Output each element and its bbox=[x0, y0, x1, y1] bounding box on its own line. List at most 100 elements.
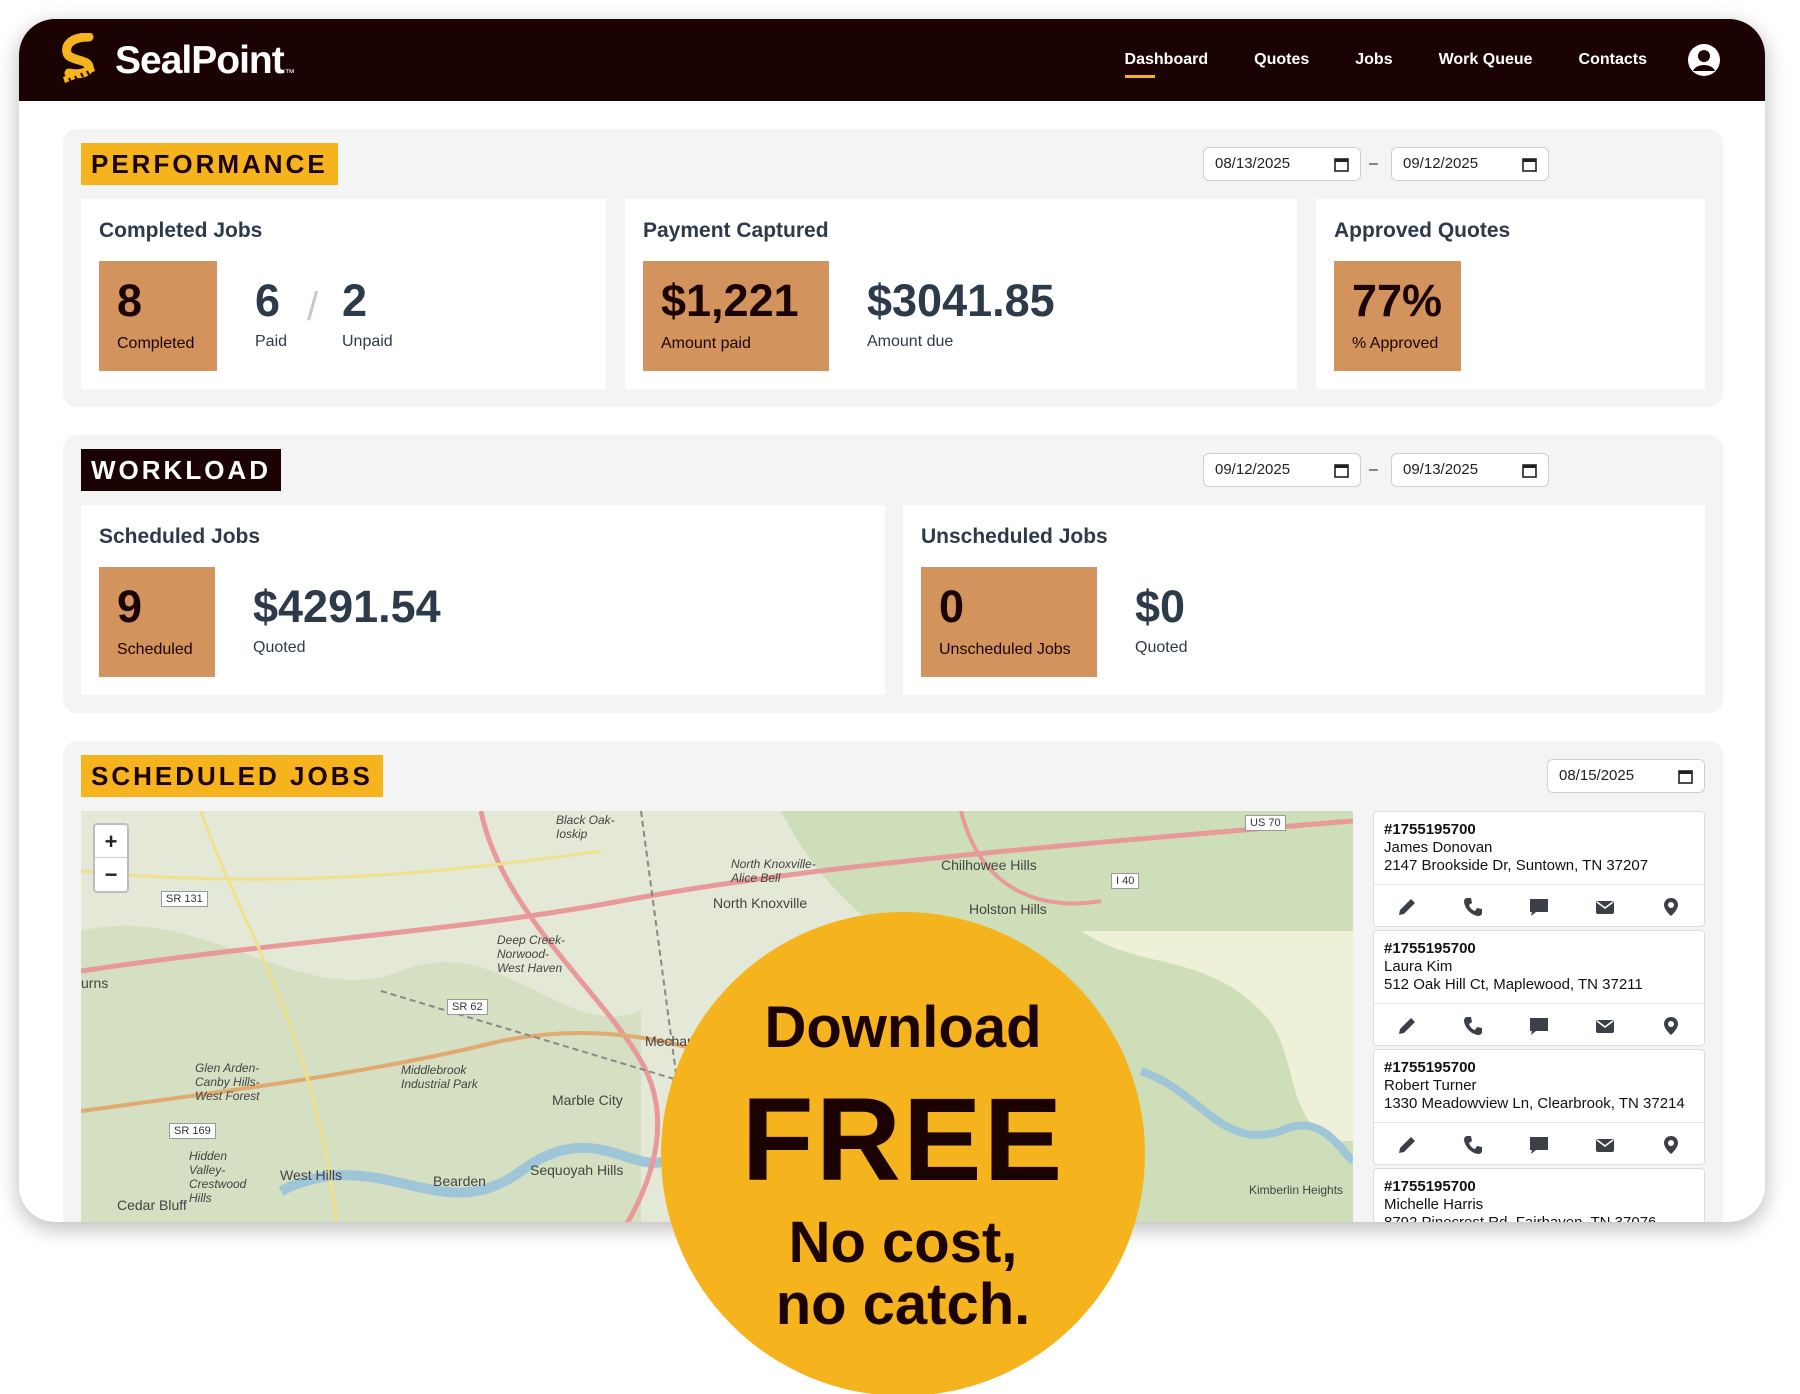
map-label: Bearden bbox=[433, 1173, 486, 1189]
amount-paid-value: $1,221 bbox=[661, 275, 799, 326]
chat-icon[interactable] bbox=[1528, 896, 1550, 918]
phone-icon[interactable] bbox=[1462, 1134, 1484, 1156]
job-address: 8792 Pinecrest Rd, Fairhaven, TN 37076 bbox=[1384, 1214, 1656, 1222]
scheduled-stat-box: 9 Scheduled bbox=[99, 567, 215, 677]
phone-icon[interactable] bbox=[1462, 896, 1484, 918]
map-pin-icon[interactable] bbox=[1660, 1015, 1682, 1037]
job-card[interactable]: #1755195700 Robert Turner 1330 Meadowvie… bbox=[1373, 1049, 1705, 1165]
phone-icon[interactable] bbox=[1462, 1015, 1484, 1037]
brand-name: SealPoint bbox=[115, 39, 285, 82]
card-title: Completed Jobs bbox=[99, 219, 263, 242]
performance-date-to[interactable]: 09/12/2025 bbox=[1391, 147, 1549, 181]
workload-section: WORKLOAD 09/12/2025 – 09/13/2025 Schedul… bbox=[63, 435, 1723, 713]
user-icon[interactable] bbox=[1687, 43, 1721, 77]
map-label: Glen Arden-Canby Hills-West Forest bbox=[195, 1061, 260, 1103]
unscheduled-label: Unscheduled Jobs bbox=[939, 641, 1071, 658]
scheduled-label: Scheduled bbox=[117, 641, 193, 658]
amount-paid-box: $1,221 Amount paid bbox=[643, 261, 829, 371]
nav-jobs[interactable]: Jobs bbox=[1355, 51, 1392, 69]
download-free-badge[interactable]: Download FREE No cost, no catch. bbox=[661, 912, 1145, 1394]
performance-section: PERFORMANCE 08/13/2025 – 09/12/2025 Comp… bbox=[63, 129, 1723, 407]
map-label: Black Oak-Ioskip bbox=[556, 813, 615, 841]
chat-icon[interactable] bbox=[1528, 1015, 1550, 1037]
amount-due-label: Amount due bbox=[867, 333, 954, 350]
map-label: North Knoxville bbox=[713, 895, 808, 911]
date-value: 09/12/2025 bbox=[1215, 461, 1291, 478]
pencil-icon[interactable] bbox=[1396, 1015, 1418, 1037]
mail-icon[interactable] bbox=[1594, 896, 1616, 918]
road-shield: I 40 bbox=[1111, 873, 1140, 889]
paid-unpaid-divider: / bbox=[307, 285, 319, 329]
completed-jobs-card: Completed Jobs 8 Completed 6 Paid / 2 Un… bbox=[81, 199, 606, 389]
calendar-icon bbox=[1522, 464, 1537, 478]
amount-due-value: $3041.85 bbox=[867, 275, 1055, 326]
pencil-icon[interactable] bbox=[1396, 896, 1418, 918]
job-actions bbox=[1374, 1122, 1704, 1166]
job-actions bbox=[1374, 884, 1704, 928]
unscheduled-quoted-value: $0 bbox=[1135, 581, 1186, 632]
paid-count: 6 bbox=[255, 275, 281, 326]
nav-links: Dashboard Quotes Jobs Work Queue Contact… bbox=[1079, 19, 1647, 101]
calendar-icon bbox=[1334, 464, 1349, 478]
performance-title: PERFORMANCE bbox=[81, 143, 338, 185]
zoom-out-button[interactable]: − bbox=[95, 858, 127, 891]
promo-download: Download bbox=[764, 995, 1042, 1060]
unscheduled-stat-box: 0 Unscheduled Jobs bbox=[921, 567, 1097, 677]
job-customer-name: Robert Turner bbox=[1384, 1077, 1477, 1094]
map-label: Holston Hills bbox=[969, 901, 1047, 917]
workload-date-from[interactable]: 09/12/2025 bbox=[1203, 453, 1361, 487]
job-customer-name: James Donovan bbox=[1384, 839, 1493, 856]
job-card[interactable]: #1755195700 Laura Kim 512 Oak Hill Ct, M… bbox=[1373, 930, 1705, 1046]
pencil-icon[interactable] bbox=[1396, 1134, 1418, 1156]
scheduled-quoted-label: Quoted bbox=[253, 639, 306, 656]
mail-icon[interactable] bbox=[1594, 1015, 1616, 1037]
date-range-dash: – bbox=[1369, 155, 1378, 172]
job-card[interactable]: #1755195700 Michelle Harris 8792 Pinecre… bbox=[1373, 1168, 1705, 1222]
unpaid-stat: 2 Unpaid bbox=[342, 261, 393, 351]
chat-icon[interactable] bbox=[1528, 1134, 1550, 1156]
card-title: Scheduled Jobs bbox=[99, 525, 261, 548]
payment-captured-card: Payment Captured $1,221 Amount paid $304… bbox=[625, 199, 1297, 389]
nav-dashboard[interactable]: Dashboard bbox=[1124, 51, 1208, 78]
brand-logo[interactable]: SealPoint ™ bbox=[59, 33, 295, 89]
map-label: Deep Creek-Norwood-West Haven bbox=[497, 933, 566, 975]
job-id: #1755195700 bbox=[1384, 1059, 1476, 1076]
nav-contacts[interactable]: Contacts bbox=[1579, 51, 1647, 69]
date-value: 09/12/2025 bbox=[1403, 155, 1479, 172]
map-pin-icon[interactable] bbox=[1660, 896, 1682, 918]
promo-tagline: No cost, no catch. bbox=[661, 1212, 1145, 1336]
unpaid-label: Unpaid bbox=[342, 333, 393, 350]
brand-trademark: ™ bbox=[284, 68, 295, 79]
scheduled-count: 9 bbox=[117, 581, 143, 632]
top-navbar: SealPoint ™ Dashboard Quotes Jobs Work Q… bbox=[19, 19, 1765, 101]
map-label: Chilhowee Hills bbox=[941, 857, 1037, 873]
road-shield: SR 62 bbox=[447, 999, 488, 1015]
calendar-icon bbox=[1522, 158, 1537, 172]
job-id: #1755195700 bbox=[1384, 940, 1476, 957]
job-actions bbox=[1374, 1003, 1704, 1047]
amount-paid-label: Amount paid bbox=[661, 335, 751, 352]
job-address: 2147 Brookside Dr, Suntown, TN 37207 bbox=[1384, 857, 1649, 874]
unpaid-count: 2 bbox=[342, 275, 368, 326]
nav-quotes[interactable]: Quotes bbox=[1254, 51, 1309, 69]
workload-date-to[interactable]: 09/13/2025 bbox=[1391, 453, 1549, 487]
performance-date-from[interactable]: 08/13/2025 bbox=[1203, 147, 1361, 181]
job-id: #1755195700 bbox=[1384, 1178, 1476, 1195]
approved-pct-label: % Approved bbox=[1352, 335, 1439, 352]
paid-label: Paid bbox=[255, 333, 288, 350]
card-title: Payment Captured bbox=[643, 219, 829, 242]
mail-icon[interactable] bbox=[1594, 1134, 1616, 1156]
paid-stat: 6 Paid bbox=[255, 261, 287, 351]
completed-label: Completed bbox=[117, 335, 195, 352]
map-label: West Hills bbox=[280, 1167, 342, 1183]
unscheduled-count: 0 bbox=[939, 581, 965, 632]
job-card[interactable]: #1755195700 James Donovan 2147 Brookside… bbox=[1373, 811, 1705, 927]
unscheduled-jobs-card: Unscheduled Jobs 0 Unscheduled Jobs $0 Q… bbox=[903, 505, 1705, 695]
promo-tagline-line1: No cost, bbox=[788, 1210, 1018, 1275]
zoom-in-button[interactable]: + bbox=[95, 825, 127, 858]
nav-work-queue[interactable]: Work Queue bbox=[1439, 51, 1533, 69]
date-value: 09/13/2025 bbox=[1403, 461, 1479, 478]
job-customer-name: Michelle Harris bbox=[1384, 1196, 1484, 1213]
map-pin-icon[interactable] bbox=[1660, 1134, 1682, 1156]
scheduled-jobs-date[interactable]: 08/15/2025 bbox=[1547, 759, 1705, 793]
